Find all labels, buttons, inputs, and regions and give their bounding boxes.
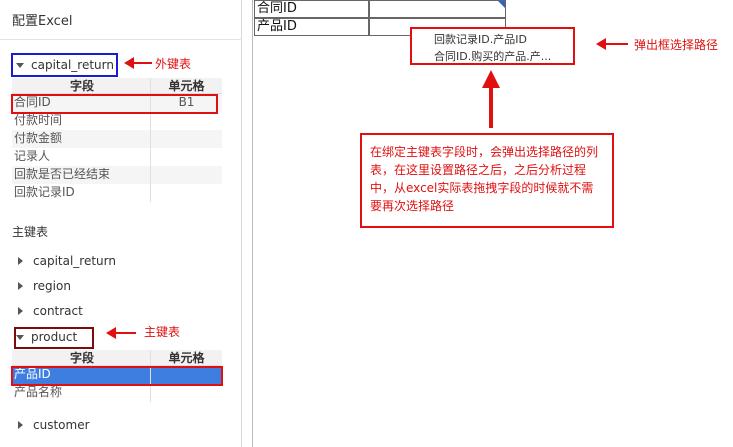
tree-node-region[interactable]: region (16, 277, 71, 295)
column-header-cell: 单元格 (168, 79, 205, 93)
cell-bound-marker-icon (498, 1, 505, 8)
config-panel: 配置Excel capital_return 字段 单元格 合同ID B1 付款时… (0, 0, 242, 447)
arrow-up-icon (482, 70, 500, 128)
caret-right-icon[interactable] (18, 282, 23, 290)
cell-ref[interactable]: B1 (151, 94, 222, 112)
cell-ref[interactable] (151, 112, 222, 130)
tree-node-product-expanded[interactable]: product (16, 328, 77, 346)
table-row[interactable]: 付款时间 (12, 112, 222, 130)
primary-section-label: 主键表 (12, 225, 49, 239)
table-row[interactable]: 合同ID B1 (12, 94, 222, 112)
table-body: 合同ID B1 付款时间 付款金额 记录人 回款是否已经结束 回款记录ID (12, 94, 222, 202)
tree-node-contract[interactable]: contract (16, 302, 83, 320)
tree-node-label: customer (33, 418, 90, 432)
cell-ref[interactable] (151, 130, 222, 148)
arrow-left-icon (124, 57, 152, 69)
arrow-left-icon (596, 38, 628, 50)
table-body: 产品ID 产品名称 (12, 366, 222, 402)
cell-ref[interactable] (151, 148, 222, 166)
caret-right-icon[interactable] (18, 421, 23, 429)
panel-title: 配置Excel (12, 14, 73, 29)
field-name: 记录人 (12, 148, 151, 166)
primary-key-label: 主键表 (144, 325, 181, 339)
sheet-left-border (252, 0, 253, 447)
column-header-field: 字段 (12, 78, 151, 93)
popup-path-label: 弹出框选择路径 (634, 38, 719, 52)
caret-down-icon[interactable] (16, 62, 24, 68)
table-header: 字段 单元格 (12, 350, 222, 366)
sheet-cell-a1[interactable]: 合同ID (254, 0, 369, 18)
caret-right-icon[interactable] (18, 307, 23, 315)
table-header: 字段 单元格 (12, 78, 222, 94)
cell-ref[interactable] (151, 366, 222, 384)
field-name: 产品ID (12, 366, 151, 384)
tree-node-customer[interactable]: customer (16, 416, 90, 434)
tree-node-capital-return-expanded[interactable]: capital_return (16, 56, 114, 74)
caret-right-icon[interactable] (18, 257, 23, 265)
field-name: 付款金额 (12, 130, 151, 148)
caret-down-icon[interactable] (16, 334, 24, 340)
table-row[interactable]: 产品名称 (12, 384, 222, 402)
cell-ref[interactable] (151, 384, 222, 402)
table-row[interactable]: 回款是否已经结束 (12, 166, 222, 184)
sheet-row: 合同ID (254, 0, 506, 18)
field-name: 产品名称 (12, 384, 151, 402)
cell-ref[interactable] (151, 166, 222, 184)
field-name: 回款是否已经结束 (12, 166, 151, 184)
tree-node-capital-return[interactable]: capital_return (16, 252, 116, 270)
foreign-key-label: 外键表 (155, 57, 192, 71)
tree-node-label: region (33, 279, 71, 293)
field-name: 付款时间 (12, 112, 151, 130)
tree-node-label: capital_return (33, 254, 116, 268)
sheet-cell-b1[interactable] (369, 0, 506, 18)
tree-node-label: contract (33, 304, 83, 318)
column-header-cell: 单元格 (168, 351, 205, 365)
table-row[interactable]: 回款记录ID (12, 184, 222, 202)
popup-item[interactable]: 合同ID.购买的产品.产... (434, 48, 551, 64)
path-select-popup: 回款记录ID.产品ID 合同ID.购买的产品.产... (411, 28, 574, 64)
cell-ref[interactable] (151, 184, 222, 202)
explanation-callout: 在绑定主键表字段时，会弹出选择路径的列表，在这里设置路径之后，之后分析过程中，从… (360, 133, 614, 228)
column-header-field: 字段 (12, 350, 151, 365)
product-field-table: 字段 单元格 产品ID 产品名称 (12, 350, 222, 402)
tree-node-label: product (31, 330, 78, 344)
arrow-left-icon (106, 327, 136, 339)
divider (0, 39, 242, 40)
field-name: 合同ID (12, 94, 151, 112)
table-row[interactable]: 付款金额 (12, 130, 222, 148)
table-row-selected[interactable]: 产品ID (12, 366, 222, 384)
tree-node-label: capital_return (31, 58, 114, 72)
popup-item[interactable]: 回款记录ID.产品ID (434, 31, 527, 47)
sheet-cell-a2[interactable]: 产品ID (254, 18, 369, 36)
field-name: 回款记录ID (12, 184, 151, 202)
table-row[interactable]: 记录人 (12, 148, 222, 166)
foreign-field-table: 字段 单元格 合同ID B1 付款时间 付款金额 记录人 回款是否已经结束 回款记… (12, 78, 222, 202)
